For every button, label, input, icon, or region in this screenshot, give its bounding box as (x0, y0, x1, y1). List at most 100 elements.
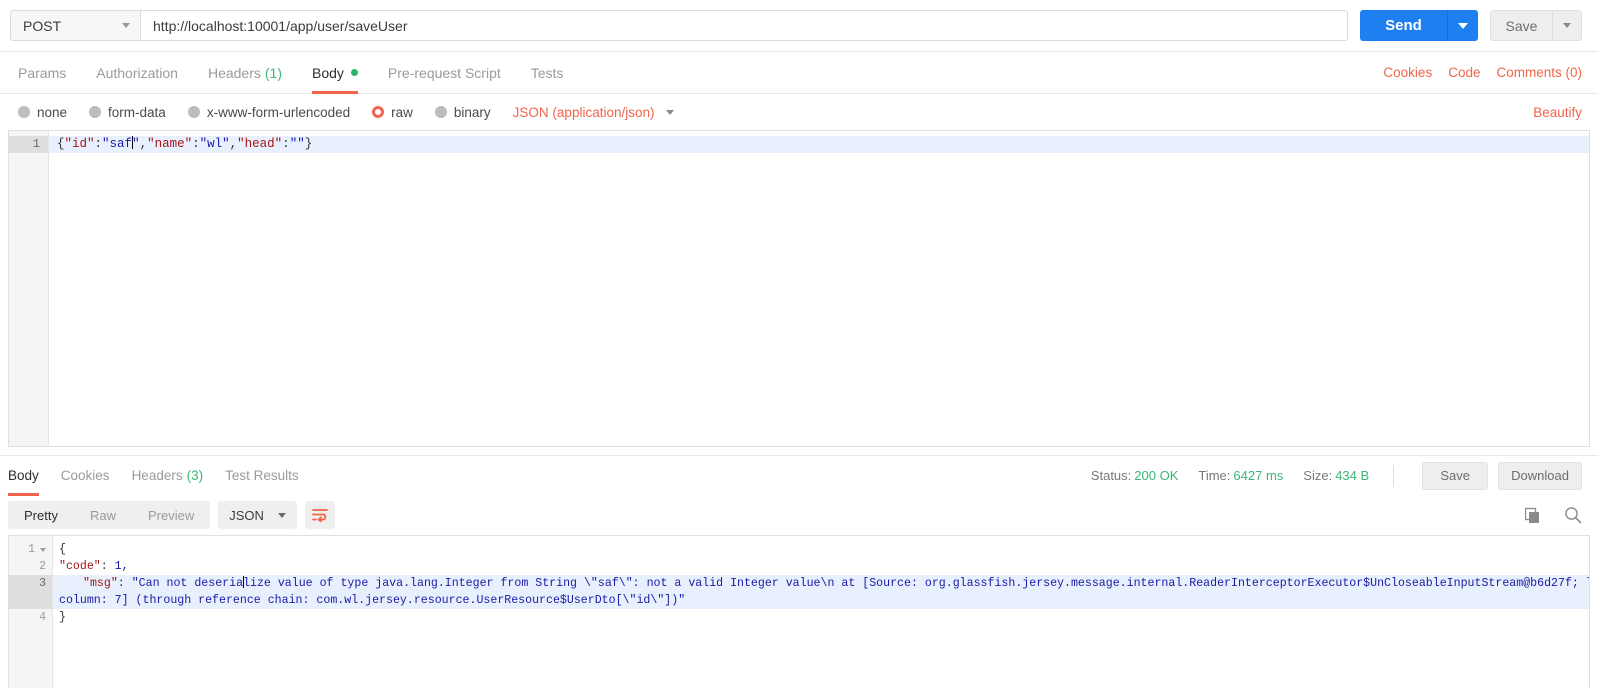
body-type-none[interactable]: none (18, 105, 67, 120)
body-type-binary[interactable]: binary (434, 104, 491, 120)
json-value-head: "" (289, 137, 305, 151)
json-key-msg: "msg" (83, 577, 118, 590)
json-value-name: "wl" (199, 137, 230, 151)
body-type-raw[interactable]: raw (372, 105, 413, 120)
divider (1393, 464, 1395, 487)
line-number-row: 3 (9, 575, 52, 592)
tab-label: Headers (207, 64, 261, 81)
comments-link[interactable]: Comments (0) (1496, 65, 1582, 80)
time-value: 6427 ms (1233, 468, 1284, 483)
beautify-button[interactable]: Beautify (1533, 105, 1582, 120)
body-modified-dot-icon (350, 69, 358, 76)
json-value-msg-cont: column: 7] (through reference chain: com… (59, 594, 686, 607)
response-tab-cookies[interactable]: Cookies (61, 456, 110, 496)
tab-headers[interactable]: Headers (1) (208, 52, 282, 94)
chevron-down-icon (1458, 22, 1468, 29)
status-value: 200 OK (1134, 468, 1179, 483)
wrap-lines-button[interactable] (304, 501, 335, 529)
response-tab-headers[interactable]: Headers (3) (132, 456, 204, 496)
tab-label: Cookies (60, 468, 110, 483)
tab-label: Authorization (96, 64, 178, 81)
response-body-viewer[interactable]: 1 2 3 4 { "code": 1, "msg": "Can not des… (8, 535, 1590, 688)
tab-authorization[interactable]: Authorization (96, 52, 178, 94)
request-editor-gutter: 1 (9, 131, 49, 446)
response-tab-body[interactable]: Body (8, 456, 39, 496)
tab-count: (1) (264, 64, 282, 81)
chevron-down-icon (1563, 23, 1571, 28)
body-type-label: form-data (108, 104, 166, 120)
response-line-4: } (53, 609, 1589, 626)
cookies-link[interactable]: Cookies (1383, 65, 1432, 80)
response-tab-test-results[interactable]: Test Results (225, 456, 299, 496)
response-line-2: "code": 1, (53, 558, 1589, 575)
json-value-msg-b: lize value of type java.lang.Integer fro… (243, 577, 1590, 590)
json-colon: : (282, 137, 290, 151)
tab-count: (3) (186, 468, 204, 483)
radio-icon (187, 106, 200, 118)
send-options-button[interactable] (1447, 10, 1478, 41)
view-mode-raw[interactable]: Raw (74, 501, 132, 529)
request-url-input[interactable]: http://localhost:10001/app/user/saveUser (140, 10, 1348, 41)
request-editor-code[interactable]: {"id":"saf","name":"wl","head":""} (49, 131, 1589, 446)
json-brace: } (304, 137, 313, 151)
line-number-row[interactable]: 1 (9, 541, 52, 558)
view-mode-pretty[interactable]: Pretty (8, 501, 74, 529)
response-editor-gutter: 1 2 3 4 (9, 536, 53, 688)
tab-label: Body (8, 468, 39, 483)
request-body-line-1: {"id":"saf","name":"wl","head":""} (49, 136, 1589, 153)
tab-body[interactable]: Body (312, 52, 358, 94)
body-type-form-data[interactable]: form-data (89, 105, 166, 120)
chevron-down-icon (122, 23, 130, 28)
save-request-button[interactable]: Save (1490, 10, 1552, 41)
response-format-select[interactable]: JSON (218, 501, 297, 529)
search-button[interactable] (1564, 506, 1582, 524)
response-format-value: JSON (229, 507, 264, 523)
json-value-code: 1, (114, 560, 129, 573)
http-method-select[interactable]: POST (10, 10, 140, 41)
json-brace: { (57, 137, 65, 151)
json-key-name: "name" (147, 137, 193, 151)
body-type-label: none (37, 104, 68, 120)
line-number: 1 (28, 543, 35, 556)
copy-button[interactable] (1525, 507, 1542, 524)
body-type-row: none form-data x-www-form-urlencoded raw… (0, 94, 1598, 130)
response-line-3-wrap: column: 7] (through reference chain: com… (53, 592, 1589, 609)
view-mode-preview[interactable]: Preview (132, 501, 210, 529)
chevron-down-icon (666, 109, 675, 115)
chevron-down-icon (277, 512, 286, 518)
fold-arrow-icon[interactable] (40, 547, 46, 552)
response-code: { "code": 1, "msg": "Can not deserialize… (53, 536, 1590, 688)
tab-label: Params (18, 64, 67, 81)
send-button[interactable]: Send (1360, 10, 1447, 41)
body-type-urlencoded[interactable]: x-www-form-urlencoded (187, 104, 351, 120)
wrap-lines-icon (312, 509, 328, 522)
tab-label: Body (312, 64, 344, 81)
save-response-button[interactable]: Save (1422, 461, 1489, 490)
line-number: 4 (39, 611, 46, 624)
body-type-label: binary (453, 104, 491, 120)
http-method-value: POST (23, 17, 62, 34)
json-value-id: "saf (102, 137, 133, 151)
tab-label: Tests (530, 64, 564, 81)
search-icon (1565, 507, 1582, 524)
save-options-button[interactable] (1552, 10, 1582, 41)
line-number-row: 4 (9, 609, 52, 626)
tab-tests[interactable]: Tests (531, 52, 564, 94)
json-colon: : (117, 577, 132, 590)
request-url-value: http://localhost:10001/app/user/saveUser (153, 17, 408, 34)
response-view-mode-group: Pretty Raw Preview (8, 501, 211, 529)
json-colon: : (192, 137, 200, 151)
body-type-label: raw (391, 104, 413, 120)
response-line-1: { (53, 541, 1589, 558)
response-toolbar-actions (1503, 506, 1582, 524)
request-body-editor[interactable]: 1 {"id":"saf","name":"wl","head":""} (8, 130, 1590, 447)
content-type-select[interactable]: JSON (application/json) (513, 105, 675, 120)
code-link[interactable]: Code (1448, 65, 1480, 80)
save-button-group: Save (1490, 10, 1582, 41)
download-response-button[interactable]: Download (1498, 461, 1582, 490)
radio-selected-icon (372, 106, 385, 118)
body-type-label: x-www-form-urlencoded (206, 104, 351, 120)
tab-params[interactable]: Params (18, 52, 66, 94)
tab-pre-request-script[interactable]: Pre-request Script (388, 52, 501, 94)
